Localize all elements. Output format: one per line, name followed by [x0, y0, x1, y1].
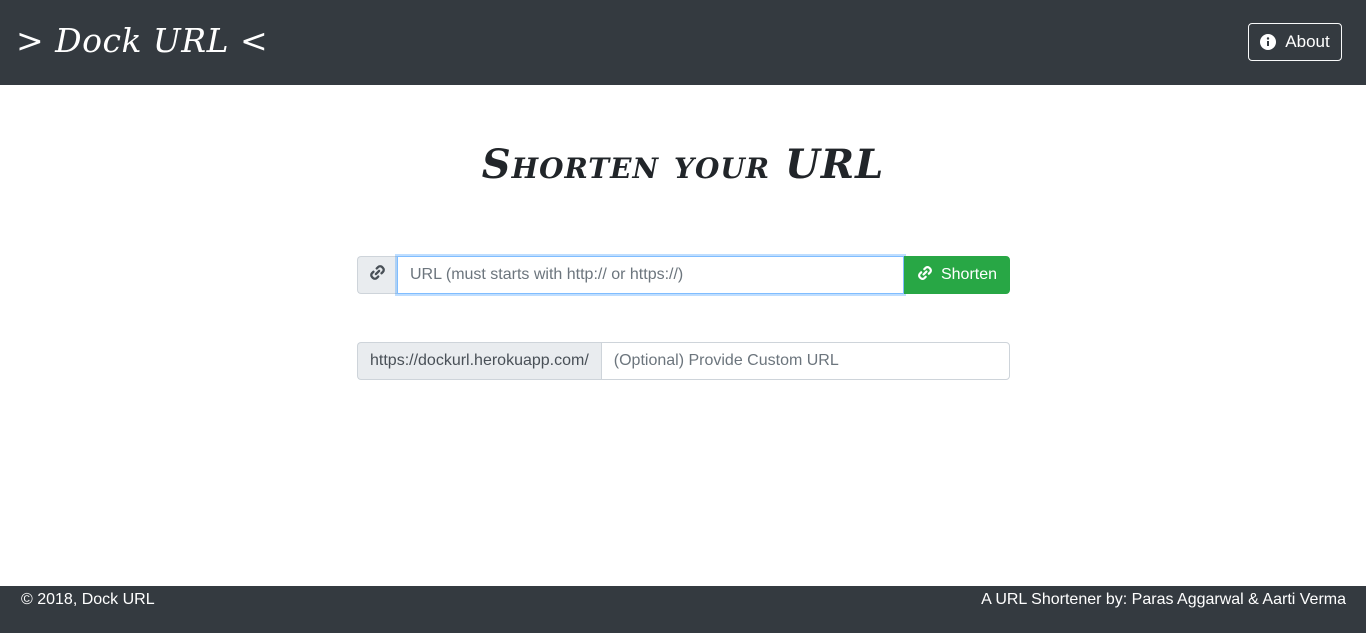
footer-copyright: © 2018, Dock URL	[21, 591, 155, 608]
about-button[interactable]: About	[1248, 23, 1342, 61]
footer: © 2018, Dock URL A URL Shortener by: Par…	[0, 586, 1366, 633]
about-label: About	[1285, 32, 1330, 51]
brand-logo[interactable]: > Dock URL <	[16, 18, 268, 64]
footer-credits: A URL Shortener by: Paras Aggarwal & Aar…	[981, 591, 1346, 608]
custom-url-group: https://dockurl.herokuapp.com/	[357, 342, 1010, 380]
page-title: Shorten your URL	[481, 141, 885, 188]
link-icon	[917, 265, 933, 286]
link-icon	[369, 264, 386, 286]
url-input-group: Shorten	[357, 256, 1010, 294]
shorten-button[interactable]: Shorten	[904, 256, 1010, 294]
url-addon	[357, 256, 397, 294]
custom-url-prefix: https://dockurl.herokuapp.com/	[357, 342, 601, 380]
info-circle-icon	[1260, 34, 1277, 50]
custom-url-input[interactable]	[600, 342, 1010, 380]
top-navbar: > Dock URL < About	[0, 0, 1366, 85]
url-input[interactable]	[397, 256, 904, 294]
shorten-label: Shorten	[940, 266, 998, 283]
